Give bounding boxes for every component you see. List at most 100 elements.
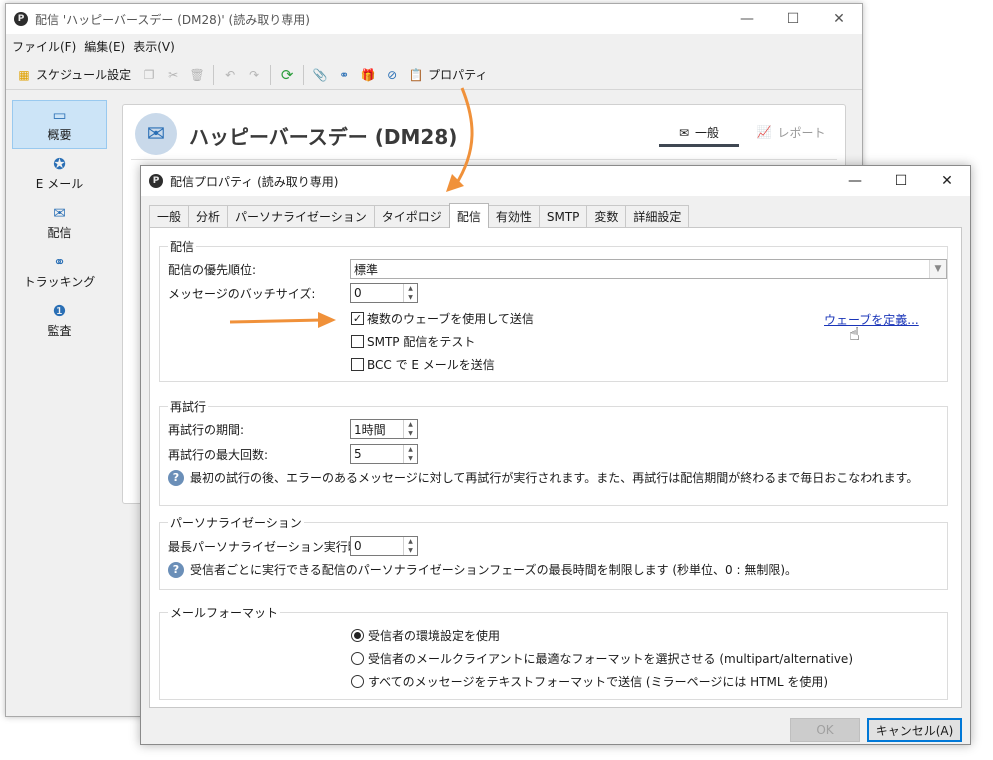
multiple-waves-checkbox[interactable]: ✓ 複数のウェーブを使用して送信: [351, 310, 534, 327]
retry-period-value: 1時間: [354, 422, 386, 437]
checkbox-checked-icon[interactable]: ✓: [351, 312, 364, 325]
close-button[interactable]: ✕: [816, 4, 862, 34]
tab-advanced[interactable]: 詳細設定: [625, 205, 690, 227]
redo-icon[interactable]: ↷: [246, 67, 262, 83]
batch-size-label: メッセージのバッチサイズ:: [168, 287, 316, 301]
group-title: パーソナライゼーション: [168, 514, 304, 531]
retry-help-text: 最初の試行の後、エラーのあるメッセージに対して再試行が実行されます。また、再試行…: [190, 471, 919, 485]
tab-typology[interactable]: タイポロジ: [373, 205, 450, 227]
nav-item-delivery[interactable]: ✉ 配信: [12, 198, 107, 247]
tab-personalization[interactable]: パーソナライゼーション: [227, 205, 375, 227]
delivery-group: 配信 配信の優先順位: 標準 ▼ メッセージのバッチサイズ: 0 ▲ ▼ ✓ 複数…: [159, 238, 948, 382]
radio-selected-icon[interactable]: [351, 629, 364, 642]
hand-cursor-icon: ☝: [849, 324, 860, 345]
dialog-maximize-button[interactable]: ☐: [878, 166, 924, 196]
dialog-minimize-button[interactable]: —: [832, 166, 878, 196]
menu-view[interactable]: 表示(V): [131, 38, 181, 55]
group-title: メールフォーマット: [168, 604, 281, 621]
gift-icon[interactable]: 🎁: [360, 67, 376, 83]
spin-down-icon[interactable]: ▼: [404, 293, 417, 302]
toolbar-separator: [270, 64, 272, 85]
bcc-checkbox[interactable]: BCC で E メールを送信: [351, 356, 495, 373]
calendar-icon[interactable]: ▦: [16, 67, 32, 83]
retry-period-stepper[interactable]: 1時間 ▲ ▼: [350, 419, 418, 439]
define-waves-link[interactable]: ウェーブを定義...: [824, 311, 919, 328]
menu-edit[interactable]: 編集(E): [82, 38, 131, 55]
format-option-text[interactable]: すべてのメッセージをテキストフォーマットで送信 (ミラーページには HTML を…: [351, 673, 828, 690]
tab-variables[interactable]: 変数: [586, 205, 627, 227]
checkbox-unchecked-icon[interactable]: [351, 335, 364, 348]
nav-item-label: トラッキング: [23, 275, 96, 289]
format-option-multipart[interactable]: 受信者のメールクライアントに最適なフォーマットを選択させる (multipart…: [351, 650, 853, 667]
group-title: 再試行: [168, 398, 209, 415]
minimize-button[interactable]: —: [724, 4, 770, 34]
help-icon: ?: [168, 561, 184, 578]
batch-size-stepper[interactable]: 0 ▲ ▼: [350, 283, 418, 303]
tab-general[interactable]: ✉ 一般: [659, 121, 739, 147]
delivery-title: ハッピーバースデー (DM28): [189, 125, 458, 149]
tab-analysis[interactable]: 分析: [188, 205, 229, 227]
personalization-help: ? 受信者ごとに実行できる配信のパーソナライゼーションフェーズの最長時間を制限し…: [168, 561, 797, 578]
schedule-button[interactable]: スケジュール設定: [36, 66, 131, 83]
dialog-close-button[interactable]: ✕: [924, 166, 970, 196]
target-icon[interactable]: ⊘: [384, 67, 400, 83]
tab-smtp[interactable]: SMTP: [538, 205, 588, 227]
clipboard-icon[interactable]: 📋: [408, 67, 424, 83]
nav-item-email[interactable]: ✪ E メール: [12, 149, 107, 198]
menu-bar: ファイル(F) 編集(E) 表示(V): [6, 35, 862, 57]
refresh-icon[interactable]: ⟳: [279, 66, 295, 84]
delivery-icon: ✉: [53, 204, 66, 222]
undo-icon[interactable]: ↶: [222, 67, 238, 83]
max-personalization-time-value: 0: [354, 539, 362, 553]
app-logo-icon: P: [149, 174, 163, 188]
spin-down-icon[interactable]: ▼: [404, 546, 417, 555]
checkbox-unchecked-icon[interactable]: [351, 358, 364, 371]
priority-value: 標準: [354, 262, 379, 277]
max-personalization-time-label: 最長パーソナライゼーション実行時間:: [168, 540, 376, 554]
spin-down-icon[interactable]: ▼: [404, 454, 417, 463]
retry-help: ? 最初の試行の後、エラーのあるメッセージに対して再試行が実行されます。また、再…: [168, 469, 918, 486]
properties-button[interactable]: プロパティ: [428, 66, 487, 83]
tab-delivery[interactable]: 配信: [448, 203, 489, 228]
envelope-small-icon: ✉: [678, 125, 690, 140]
smtp-test-checkbox[interactable]: SMTP 配信をテスト: [351, 333, 475, 350]
ok-button[interactable]: OK: [790, 718, 860, 742]
tab-report[interactable]: 📈 レポート: [751, 119, 831, 145]
spin-up-icon[interactable]: ▲: [404, 445, 417, 454]
chevron-down-icon[interactable]: ▼: [929, 260, 946, 278]
spin-up-icon[interactable]: ▲: [404, 420, 417, 429]
copy-icon[interactable]: ❐: [141, 67, 157, 83]
spin-up-icon[interactable]: ▲: [404, 537, 417, 546]
tab-validity[interactable]: 有効性: [487, 205, 540, 227]
spin-up-icon[interactable]: ▲: [404, 284, 417, 293]
left-nav: ▭ 概要 ✪ E メール ✉ 配信 ⚭ トラッキング ❶ 監査: [12, 100, 107, 345]
nav-item-tracking[interactable]: ⚭ トラッキング: [12, 247, 107, 296]
smtp-test-label: SMTP 配信をテスト: [367, 335, 476, 349]
toolbar-separator: [213, 64, 215, 85]
delete-icon[interactable]: 🗑: [189, 67, 205, 83]
priority-select[interactable]: 標準 ▼: [350, 259, 947, 279]
group-title: 配信: [168, 238, 197, 255]
chart-icon: 📈: [756, 125, 772, 139]
nav-item-audit[interactable]: ❶ 監査: [12, 296, 107, 345]
divider: [131, 159, 837, 160]
maximize-button[interactable]: ☐: [770, 4, 816, 34]
email-channel-icon: ✪: [53, 155, 66, 173]
cut-icon[interactable]: ✂: [165, 67, 181, 83]
spin-down-icon[interactable]: ▼: [404, 429, 417, 438]
max-personalization-time-stepper[interactable]: 0 ▲ ▼: [350, 536, 418, 556]
batch-size-value: 0: [354, 286, 362, 300]
cancel-button[interactable]: キャンセル(A): [867, 718, 962, 742]
multiple-waves-label: 複数のウェーブを使用して送信: [367, 312, 534, 326]
retry-group: 再試行 再試行の期間: 1時間 ▲ ▼ 再試行の最大回数: 5 ▲ ▼ ? 最初の試…: [159, 398, 948, 506]
tab-general[interactable]: 一般: [149, 205, 190, 227]
format-option-preferences[interactable]: 受信者の環境設定を使用: [351, 627, 500, 644]
retry-max-label: 再試行の最大回数:: [168, 448, 269, 462]
link-tracking-icon[interactable]: ⚭: [336, 67, 352, 83]
menu-file[interactable]: ファイル(F): [10, 38, 82, 55]
radio-unselected-icon[interactable]: [351, 675, 364, 688]
radio-unselected-icon[interactable]: [351, 652, 364, 665]
retry-max-stepper[interactable]: 5 ▲ ▼: [350, 444, 418, 464]
attachment-icon[interactable]: 📎: [312, 67, 328, 83]
nav-item-overview[interactable]: ▭ 概要: [12, 100, 107, 149]
